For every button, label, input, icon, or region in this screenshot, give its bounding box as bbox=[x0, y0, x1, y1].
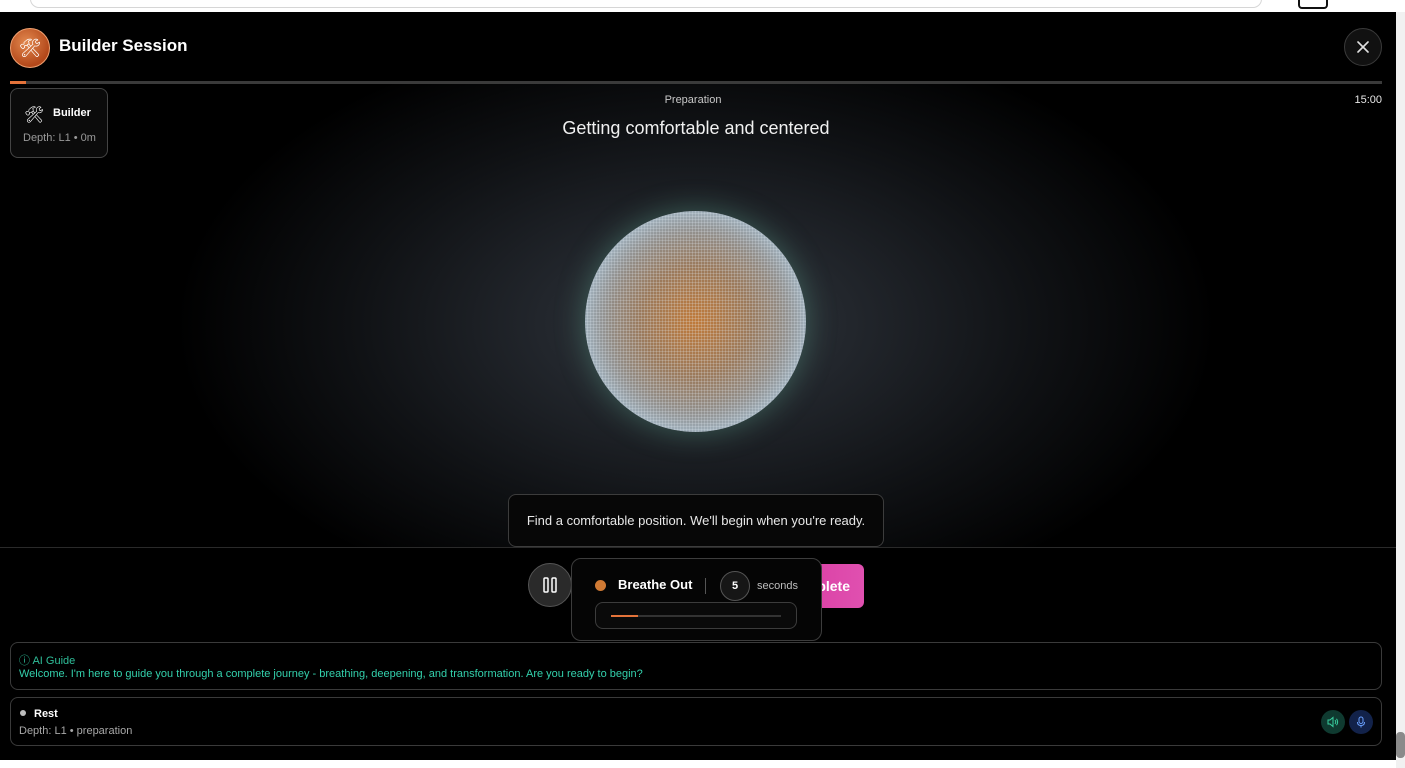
status-depth: Depth: L1 • preparation bbox=[19, 725, 133, 737]
breathing-panel: Breathe Out 5 seconds bbox=[571, 558, 822, 641]
status-dot bbox=[20, 710, 26, 716]
pause-icon bbox=[543, 577, 557, 593]
microphone-icon bbox=[1357, 716, 1365, 728]
tools-icon: 🛠 bbox=[18, 37, 42, 58]
status-state: Rest bbox=[34, 708, 58, 720]
breath-progress-box bbox=[595, 602, 797, 629]
header: 🛠 Builder Session bbox=[0, 12, 1396, 82]
hint-text: Find a comfortable position. We'll begin… bbox=[526, 513, 866, 528]
breath-state: Breathe Out bbox=[618, 577, 693, 592]
session-app: 🛠 Builder Session 🛠 Builder Depth: L1 • … bbox=[0, 12, 1396, 760]
scrollbar-thumb[interactable] bbox=[1396, 732, 1405, 758]
ai-guide-header: ⓘ AI Guide bbox=[19, 655, 76, 667]
speaker-icon bbox=[1327, 716, 1339, 728]
session-timer: 15:00 bbox=[1354, 94, 1382, 106]
address-bar[interactable] bbox=[30, 0, 1262, 8]
close-icon bbox=[1357, 41, 1369, 53]
page-title: Builder Session bbox=[59, 36, 188, 55]
speaker-button[interactable] bbox=[1321, 710, 1345, 734]
page-scrollbar[interactable] bbox=[1396, 12, 1405, 768]
breath-count: 5 bbox=[720, 571, 750, 601]
divider bbox=[0, 547, 1396, 548]
browser-button[interactable] bbox=[1298, 0, 1328, 9]
avatar: 🛠 bbox=[10, 28, 50, 68]
complete-label: plete bbox=[817, 578, 850, 594]
breath-progress-track bbox=[611, 615, 781, 617]
breath-separator bbox=[705, 578, 706, 594]
phase-description: Getting comfortable and centered bbox=[562, 118, 830, 138]
close-button[interactable] bbox=[1344, 28, 1382, 66]
browser-top-strip bbox=[0, 0, 1405, 12]
breath-progress-fill bbox=[611, 615, 639, 617]
breath-unit: seconds bbox=[757, 580, 798, 592]
breath-indicator-dot bbox=[595, 580, 606, 591]
breathing-orb bbox=[585, 211, 806, 432]
hint-box: Find a comfortable position. We'll begin… bbox=[508, 494, 884, 547]
phase-label: Preparation bbox=[664, 94, 722, 106]
ai-guide-message: Welcome. I'm here to guide you through a… bbox=[19, 668, 643, 680]
status-panel: Rest Depth: L1 • preparation bbox=[10, 697, 1382, 746]
pause-button[interactable] bbox=[528, 563, 572, 607]
microphone-button[interactable] bbox=[1349, 710, 1373, 734]
ai-guide-panel: ⓘ AI Guide Welcome. I'm here to guide yo… bbox=[10, 642, 1382, 690]
